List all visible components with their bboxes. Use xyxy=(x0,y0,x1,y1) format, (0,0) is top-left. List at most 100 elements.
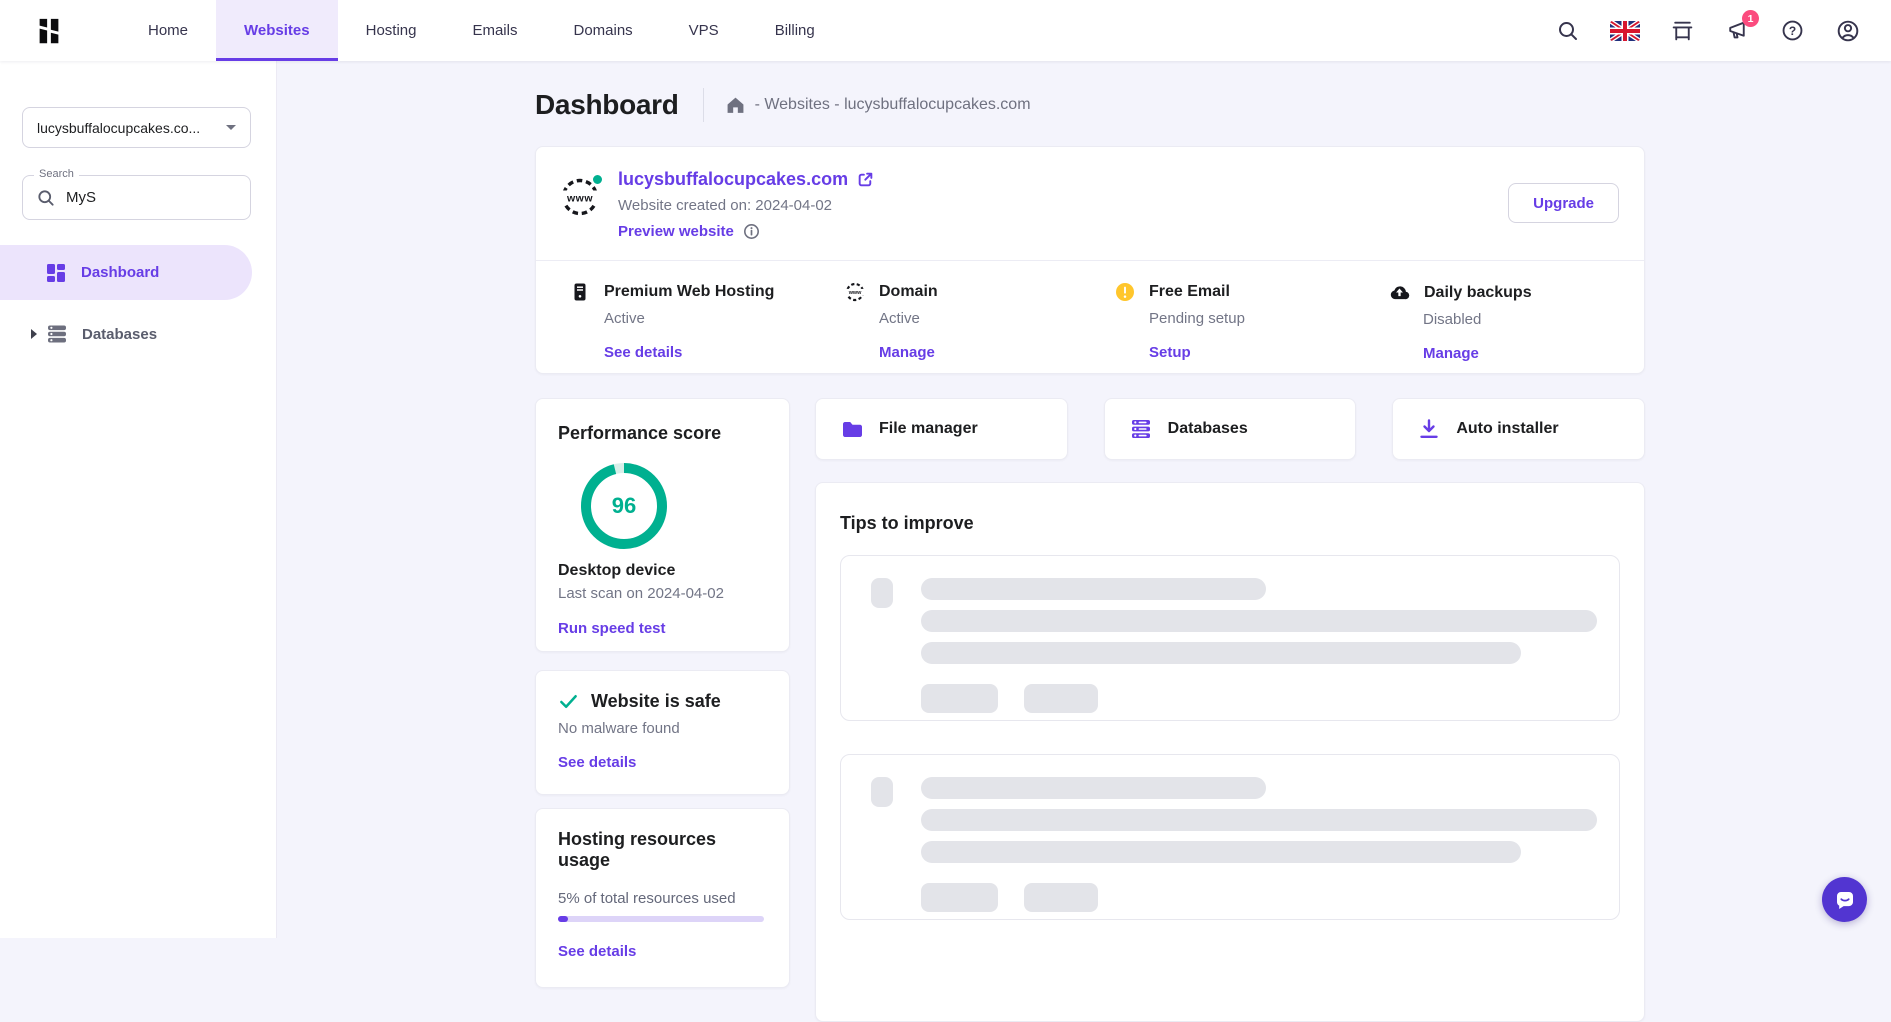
status-hosting: Premium Web Hosting Active See details xyxy=(570,282,845,373)
skeleton-line xyxy=(921,777,1266,799)
nav-home[interactable]: Home xyxy=(120,0,216,61)
website-online-status-dot xyxy=(591,173,604,186)
external-link-icon[interactable] xyxy=(857,171,874,188)
nav-emails[interactable]: Emails xyxy=(444,0,545,61)
skeleton-line xyxy=(921,610,1597,632)
cloud-upload-icon xyxy=(1389,282,1410,303)
preview-website-link[interactable]: Preview website xyxy=(618,223,734,240)
sidebar-item-label: Databases xyxy=(82,326,157,343)
tips-title: Tips to improve xyxy=(840,513,1620,534)
performance-last-scan: Last scan on 2024-04-02 xyxy=(558,585,767,602)
resources-progress-fill xyxy=(558,916,568,922)
performance-ring: 96 xyxy=(580,462,668,550)
account-icon[interactable] xyxy=(1835,18,1861,44)
skeleton-line xyxy=(921,809,1597,831)
chat-bubble-icon xyxy=(1833,888,1857,912)
status-title: Daily backups xyxy=(1424,284,1532,302)
right-column: File manager Databases xyxy=(815,398,1645,1022)
nav-hosting[interactable]: Hosting xyxy=(338,0,445,61)
caret-right-icon[interactable] xyxy=(31,329,37,339)
status-email: Free Email Pending setup Setup xyxy=(1115,282,1389,373)
status-link[interactable]: See details xyxy=(604,344,845,361)
performance-title: Performance score xyxy=(558,423,767,444)
sidebar-search-input[interactable] xyxy=(66,189,216,206)
skeleton-line xyxy=(921,642,1521,664)
tip-skeleton-item xyxy=(840,555,1620,721)
action-label: File manager xyxy=(879,420,978,438)
top-navigation: Home Websites Hosting Emails Domains VPS… xyxy=(120,0,843,61)
status-link[interactable]: Manage xyxy=(879,344,1115,361)
run-speed-test-link[interactable]: Run speed test xyxy=(558,620,767,637)
tip-skeleton-item xyxy=(840,754,1620,920)
main-content: Dashboard - Websites - lucysbuffalocupca… xyxy=(535,61,1645,1022)
status-backups: Daily backups Disabled Manage xyxy=(1389,282,1620,373)
skeleton-button xyxy=(1024,883,1098,912)
dashboard-grid-icon xyxy=(46,263,66,283)
upgrade-button[interactable]: Upgrade xyxy=(1508,183,1619,223)
dashboard-row: Performance score 96 Desktop device Last… xyxy=(535,398,1645,1022)
announcements-icon[interactable]: 1 xyxy=(1725,18,1750,43)
search-icon[interactable] xyxy=(1556,19,1580,43)
topbar-actions: 1 ? xyxy=(1556,0,1891,61)
skeleton-button xyxy=(1024,684,1098,713)
resources-usage-label: 5% of total resources used xyxy=(558,890,767,907)
status-value: Active xyxy=(604,310,845,327)
left-column: Performance score 96 Desktop device Last… xyxy=(535,398,790,1022)
website-status-row: Premium Web Hosting Active See details w… xyxy=(536,261,1644,373)
site-selector-value: lucysbuffalocupcakes.co... xyxy=(37,120,200,136)
file-manager-card[interactable]: File manager xyxy=(815,398,1068,460)
databases-card[interactable]: Databases xyxy=(1104,398,1357,460)
sidebar-search: Search xyxy=(22,175,251,220)
nav-vps[interactable]: VPS xyxy=(661,0,747,61)
folder-icon xyxy=(841,418,863,440)
nav-domains[interactable]: Domains xyxy=(545,0,660,61)
skeleton-line xyxy=(921,578,1266,600)
language-flag-uk-icon[interactable] xyxy=(1610,21,1640,41)
breadcrumb-text: - Websites - lucysbuffalocupcakes.com xyxy=(755,96,1031,114)
help-icon[interactable]: ? xyxy=(1780,18,1805,43)
resources-progress-bar xyxy=(558,916,764,922)
resources-see-details-link[interactable]: See details xyxy=(558,943,767,960)
website-created-date: Website created on: 2024-04-02 xyxy=(618,197,874,214)
info-icon[interactable] xyxy=(743,223,760,240)
site-selector-dropdown[interactable]: lucysbuffalocupcakes.co... xyxy=(22,107,251,148)
resources-title: Hosting resources usage xyxy=(558,829,767,871)
databases-icon xyxy=(1130,418,1152,440)
website-safe-card: Website is safe No malware found See det… xyxy=(535,670,790,795)
store-icon[interactable] xyxy=(1670,18,1695,43)
website-safe-title: Website is safe xyxy=(591,691,721,712)
live-chat-button[interactable] xyxy=(1822,877,1867,922)
status-value: Active xyxy=(879,310,1115,327)
globe-icon: www xyxy=(845,282,865,302)
action-label: Auto installer xyxy=(1456,420,1558,438)
svg-text:www: www xyxy=(566,193,593,205)
performance-device: Desktop device xyxy=(558,562,767,580)
notification-badge: 1 xyxy=(1742,10,1759,27)
svg-text:www: www xyxy=(848,290,862,296)
skeleton-button xyxy=(921,883,998,912)
status-domain: www Domain Active Manage xyxy=(845,282,1115,373)
auto-installer-card[interactable]: Auto installer xyxy=(1392,398,1645,460)
sidebar-item-dashboard[interactable]: Dashboard xyxy=(0,245,252,300)
website-domain-link[interactable]: lucysbuffalocupcakes.com xyxy=(618,169,848,190)
skeleton-line xyxy=(921,841,1521,863)
status-title: Domain xyxy=(879,283,938,301)
status-value: Disabled xyxy=(1423,311,1620,328)
hostinger-logo-icon[interactable] xyxy=(34,16,64,46)
topbar: Home Websites Hosting Emails Domains VPS… xyxy=(0,0,1891,61)
home-icon[interactable] xyxy=(726,96,745,115)
search-icon xyxy=(36,188,56,208)
security-see-details-link[interactable]: See details xyxy=(558,754,767,771)
website-info: lucysbuffalocupcakes.com Website created… xyxy=(618,169,874,238)
sidebar-item-databases[interactable]: Databases xyxy=(0,313,252,355)
status-link[interactable]: Setup xyxy=(1149,344,1389,361)
svg-text:?: ? xyxy=(1789,24,1796,38)
status-link[interactable]: Manage xyxy=(1423,345,1620,362)
skeleton-thumb xyxy=(871,777,893,807)
nav-billing[interactable]: Billing xyxy=(747,0,843,61)
nav-websites[interactable]: Websites xyxy=(216,0,338,61)
page-header: Dashboard - Websites - lucysbuffalocupca… xyxy=(535,85,1645,125)
quick-actions-row: File manager Databases xyxy=(815,398,1645,460)
check-icon xyxy=(558,691,579,712)
website-safe-subtitle: No malware found xyxy=(558,720,767,737)
